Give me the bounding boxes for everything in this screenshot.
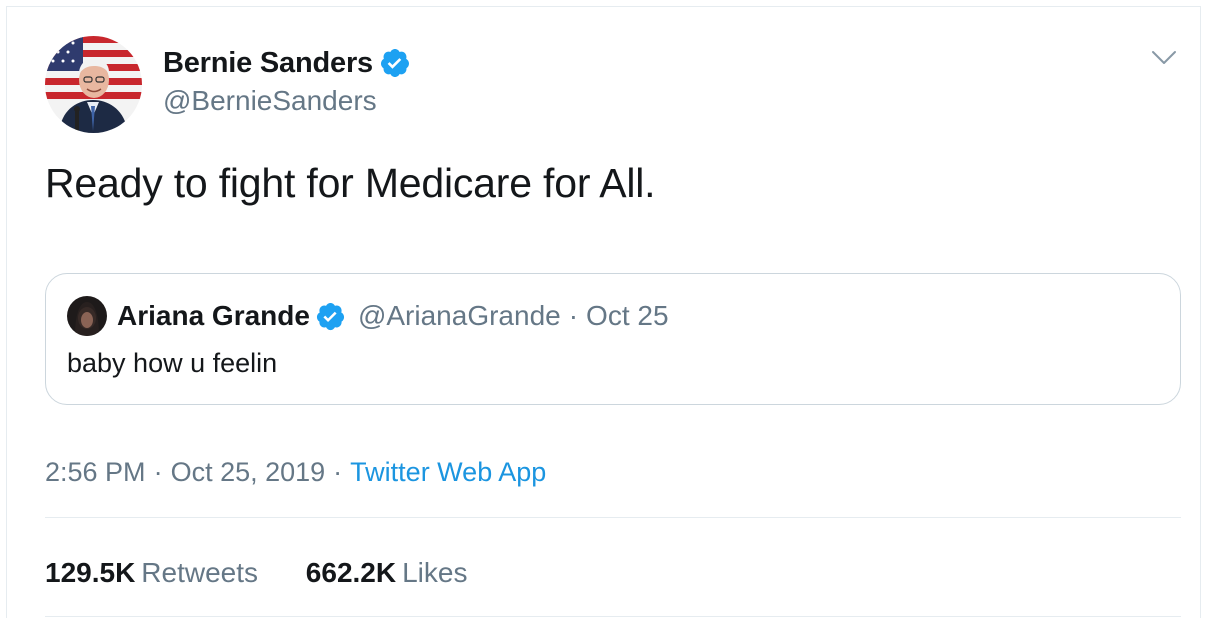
ariana-avatar-image	[67, 296, 107, 336]
quoted-date: Oct 25	[586, 300, 669, 331]
meta-separator: ·	[153, 457, 163, 487]
author-name-line[interactable]: Bernie Sanders	[163, 43, 411, 83]
tweet-stats: 129.5K Retweets 662.2K Likes	[45, 557, 467, 589]
divider	[45, 517, 1181, 518]
quoted-author-handle: @ArianaGrande	[357, 300, 561, 331]
tweet-source-link[interactable]: Twitter Web App	[350, 457, 546, 487]
retweets-label: Retweets	[141, 557, 259, 588]
tweet-time[interactable]: 2:56 PM	[45, 457, 146, 487]
likes-stat[interactable]: 662.2K Likes	[306, 557, 468, 589]
quoted-tweet-text: baby how u feelin	[67, 348, 278, 378]
likes-label: Likes	[402, 557, 468, 588]
retweets-stat[interactable]: 129.5K Retweets	[45, 557, 258, 589]
quoted-author-name: Ariana Grande	[117, 300, 310, 331]
author-avatar[interactable]	[45, 36, 142, 133]
verified-badge-icon	[380, 49, 409, 77]
quoted-separator: ·	[568, 300, 579, 331]
tweet-date[interactable]: Oct 25, 2019	[171, 457, 326, 487]
bernie-avatar-image	[45, 36, 142, 133]
verified-badge-icon	[316, 302, 345, 330]
quoted-tweet[interactable]: Ariana Grande @ArianaGrande · Oct 25 bab…	[45, 273, 1181, 405]
tweet-card: Bernie Sanders @BernieSanders Ready to f…	[6, 6, 1201, 618]
divider	[45, 616, 1181, 617]
quoted-tweet-header: Ariana Grande @ArianaGrande · Oct 25	[67, 296, 669, 336]
retweets-count: 129.5K	[45, 557, 136, 588]
quoted-author-avatar	[67, 296, 107, 336]
chevron-down-icon[interactable]	[1151, 47, 1177, 69]
author-handle[interactable]: @BernieSanders	[163, 85, 377, 117]
likes-count: 662.2K	[305, 557, 397, 588]
meta-separator: ·	[333, 457, 343, 487]
tweet-meta: 2:56 PM · Oct 25, 2019 · Twitter Web App	[45, 457, 546, 488]
tweet-text: Ready to fight for Medicare for All.	[45, 160, 656, 206]
author-display-name[interactable]: Bernie Sanders	[163, 47, 373, 80]
